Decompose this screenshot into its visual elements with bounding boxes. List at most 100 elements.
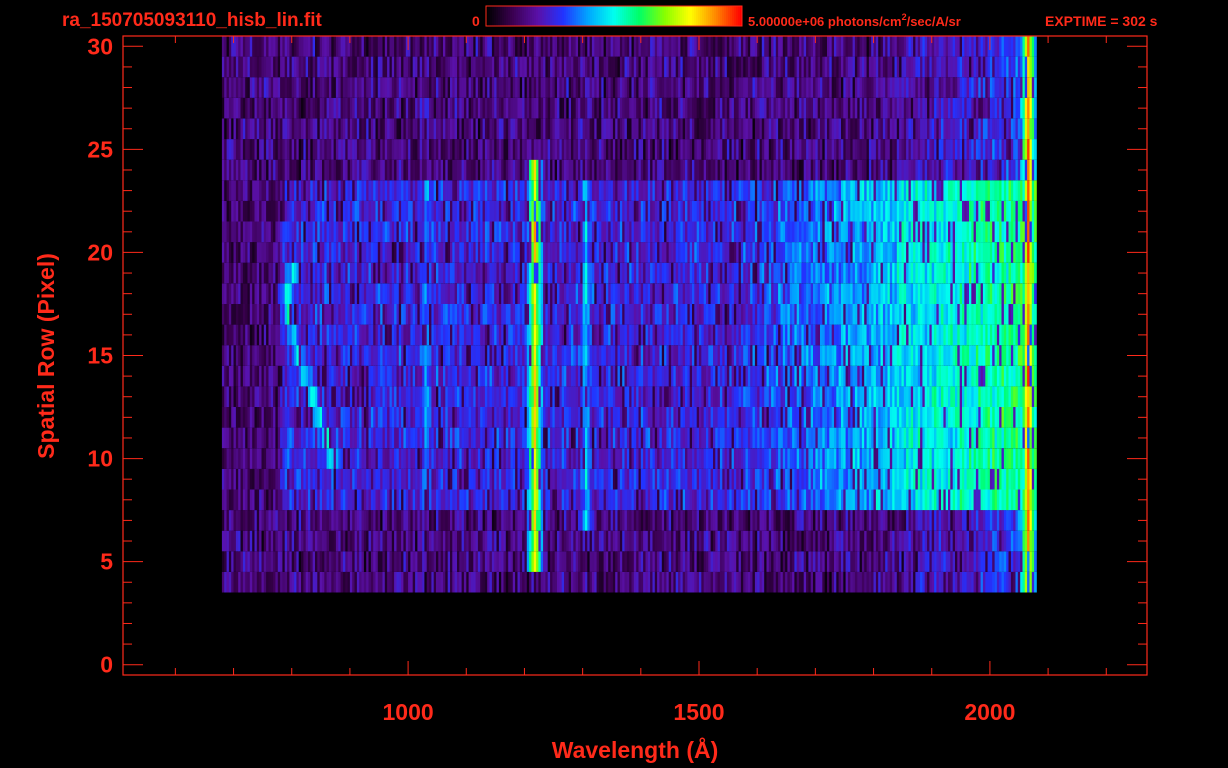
heatmap-cell: [1017, 551, 1021, 572]
heatmap-cell: [498, 530, 502, 552]
heatmap-cell: [889, 427, 893, 449]
heatmap-cell: [494, 324, 497, 346]
heatmap-cell: [356, 304, 360, 325]
heatmap-cell: [959, 530, 963, 552]
heatmap-cell: [512, 489, 516, 511]
heatmap-cell: [477, 448, 481, 469]
heatmap-cell: [722, 489, 725, 511]
heatmap-cell: [850, 551, 853, 572]
heatmap-cell: [962, 571, 965, 593]
heatmap-cell: [566, 407, 569, 428]
heatmap-cell: [305, 571, 309, 593]
heatmap-cell: [633, 304, 637, 325]
heatmap-cell: [412, 386, 416, 407]
heatmap-cell: [564, 530, 567, 552]
heatmap-cell: [864, 468, 867, 490]
heatmap-cell: [824, 386, 828, 407]
heatmap-cell: [224, 468, 227, 490]
heatmap-cell: [426, 448, 430, 469]
heatmap-cell: [906, 448, 909, 469]
heatmap-cell: [792, 489, 795, 511]
heatmap-cell: [391, 489, 395, 511]
heatmap-cell: [924, 489, 928, 511]
heatmap-cell: [466, 386, 469, 407]
heatmap-cell: [510, 489, 514, 511]
heatmap-cell: [664, 448, 667, 469]
heatmap-cell: [401, 345, 404, 366]
heatmap-cell: [871, 448, 874, 469]
heatmap-cell: [538, 386, 542, 407]
heatmap-cell: [275, 427, 279, 449]
heatmap-cell: [880, 510, 884, 531]
heatmap-cell: [494, 530, 497, 552]
heatmap-cell: [363, 324, 367, 346]
heatmap-cell: [666, 489, 670, 511]
heatmap-cell: [231, 551, 234, 572]
heatmap-cell: [589, 386, 593, 407]
heatmap-cell: [468, 324, 472, 346]
heatmap-cell: [470, 571, 474, 593]
heatmap-cell: [231, 489, 234, 511]
heatmap-cell: [736, 427, 739, 449]
heatmap-cell: [975, 324, 979, 346]
heatmap-cell: [510, 345, 514, 366]
heatmap-cell: [566, 345, 569, 366]
heatmap-cell: [747, 365, 751, 387]
heatmap-cell: [331, 407, 334, 428]
heatmap-cell: [945, 386, 949, 407]
heatmap-cell: [750, 427, 753, 449]
heatmap-cell: [687, 304, 691, 325]
heatmap-cell: [759, 489, 763, 511]
heatmap-cell: [282, 324, 286, 346]
heatmap-cell: [1031, 386, 1035, 407]
heatmap-cell: [349, 571, 353, 593]
heatmap-cell: [694, 324, 697, 346]
heatmap-cell: [354, 551, 358, 572]
heatmap-cell: [373, 571, 376, 593]
heatmap-cell: [575, 427, 579, 449]
heatmap-cell: [459, 386, 462, 407]
heatmap-cell: [843, 530, 846, 552]
heatmap-cell: [987, 530, 991, 552]
heatmap-cell: [519, 489, 523, 511]
heatmap-cell: [799, 489, 802, 511]
heatmap-cell: [224, 551, 227, 572]
heatmap-cell: [610, 324, 614, 346]
heatmap-cell: [503, 345, 507, 366]
heatmap-cell: [226, 510, 230, 531]
heatmap-cell: [666, 324, 670, 346]
heatmap-cell: [596, 448, 600, 469]
heatmap-cell: [482, 365, 486, 387]
heatmap-cell: [601, 448, 604, 469]
heatmap-cell: [598, 571, 602, 593]
heatmap-cell: [263, 365, 267, 387]
heatmap-cell: [836, 510, 839, 531]
heatmap-cell: [242, 324, 246, 346]
heatmap-cell: [794, 448, 798, 469]
heatmap-cell: [287, 427, 290, 449]
heatmap-cell: [433, 427, 437, 449]
heatmap-cell: [412, 365, 416, 387]
heatmap-cell: [457, 386, 460, 407]
heatmap-cell: [524, 551, 528, 572]
heatmap-cell: [643, 510, 646, 531]
heatmap-cell: [931, 530, 935, 552]
heatmap-cell: [384, 365, 388, 387]
heatmap-cell: [324, 304, 327, 325]
heatmap-cell: [228, 530, 232, 552]
heatmap-cell: [782, 510, 786, 531]
heatmap-cell: [429, 530, 432, 552]
heatmap-cell: [405, 510, 409, 531]
heatmap-cell: [936, 345, 940, 366]
heatmap-cell: [647, 489, 651, 511]
heatmap-cell: [706, 510, 709, 531]
heatmap-cell: [452, 448, 455, 469]
heatmap-cell: [235, 386, 239, 407]
heatmap-cell: [242, 345, 246, 366]
heatmap-cell: [787, 551, 791, 572]
heatmap-cell: [626, 489, 630, 511]
heatmap-cell: [745, 448, 749, 469]
heatmap-cell: [329, 365, 332, 387]
heatmap-cell: [1003, 530, 1007, 552]
heatmap-cell: [715, 407, 718, 428]
